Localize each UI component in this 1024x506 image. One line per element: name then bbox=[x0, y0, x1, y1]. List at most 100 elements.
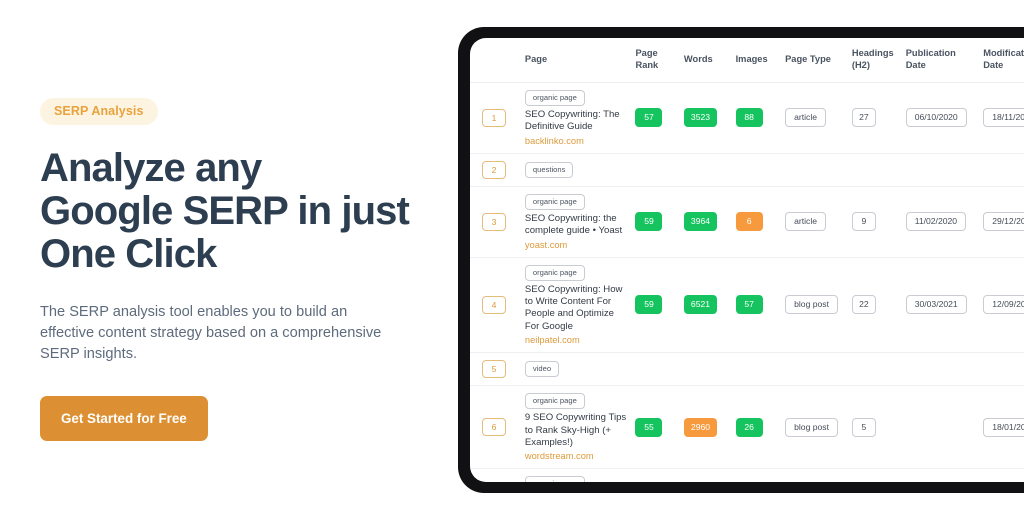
page-rank-cell: 57 bbox=[631, 82, 680, 154]
headings-cell: 6 bbox=[847, 468, 902, 482]
table-row[interactable]: 7organic pageTop 10 SEO Copywriting Tips… bbox=[470, 468, 1024, 482]
page-rank-cell: 55 bbox=[631, 385, 680, 470]
column-header-page-rank: Page Rank bbox=[631, 38, 680, 83]
hero-subtitle: The SERP analysis tool enables you to bu… bbox=[40, 304, 382, 362]
column-header-publication-date: Publication Date bbox=[901, 38, 980, 83]
headings-cell: 9 bbox=[847, 186, 902, 258]
page-domain-link[interactable]: yoast.com bbox=[525, 240, 628, 250]
headings-chip: 22 bbox=[851, 295, 876, 315]
page-cell[interactable]: organic pageTop 10 SEO Copywriting Tips … bbox=[510, 468, 632, 482]
images-badge: 88 bbox=[735, 108, 763, 128]
row-index-cell: 4 bbox=[470, 257, 511, 354]
page-type-chip: blog post bbox=[785, 417, 838, 437]
words-cell: 3523 bbox=[679, 82, 732, 154]
words-cell: 2960 bbox=[679, 385, 732, 470]
page-cell[interactable]: questions bbox=[510, 153, 632, 187]
column-header-page: Page bbox=[510, 38, 632, 83]
images-cell: 26 bbox=[731, 385, 782, 470]
tablet-screen: Page Page Rank Words Images Page Type He… bbox=[470, 38, 1024, 482]
images-cell: 57 bbox=[731, 257, 782, 354]
row-index-cell: 5 bbox=[470, 352, 511, 387]
headings-chip: 5 bbox=[851, 417, 876, 437]
page-rank-cell: 62 bbox=[631, 468, 680, 482]
result-type-tag: organic page bbox=[524, 393, 585, 410]
modification-date-chip: 29/12/2021 bbox=[983, 212, 1024, 232]
page-domain-link[interactable]: wordstream.com bbox=[525, 451, 628, 461]
column-header-headings: Headings (H2) bbox=[847, 38, 902, 83]
publication-date-cell: 11/02/2020 bbox=[901, 186, 980, 258]
result-type-tag: organic page bbox=[524, 476, 585, 482]
landing-page: SERP Analysis Analyze any Google SERP in… bbox=[0, 0, 1024, 506]
page-rank-cell: 59 bbox=[631, 257, 680, 354]
words-cell bbox=[679, 153, 732, 187]
column-header-page-type: Page Type bbox=[781, 38, 848, 83]
headings-cell bbox=[847, 153, 902, 187]
row-index-cell: 6 bbox=[470, 385, 511, 470]
page-title-text[interactable]: 9 SEO Copywriting Tips to Rank Sky-High … bbox=[525, 412, 628, 449]
page-type-chip: blog post bbox=[785, 295, 838, 315]
get-started-button[interactable]: Get Started for Free bbox=[40, 396, 208, 441]
row-index-chip: 3 bbox=[482, 212, 506, 231]
row-index-chip: 2 bbox=[482, 160, 506, 179]
page-type-chip: article bbox=[785, 212, 827, 232]
table-header: Page Page Rank Words Images Page Type He… bbox=[470, 38, 1024, 83]
page-type-chip: article bbox=[785, 108, 827, 128]
page-rank-cell bbox=[631, 352, 680, 387]
tablet-device-frame: Page Page Rank Words Images Page Type He… bbox=[458, 27, 1024, 493]
words-cell: 3290 bbox=[679, 468, 732, 482]
table-row[interactable]: 1 organic page SEO Copywriting: The Defini… bbox=[470, 82, 1024, 154]
table-row[interactable]: 4 organic page SEO Copywriting: How to Wri… bbox=[470, 257, 1024, 354]
page-title: Analyze any Google SERP in just One Clic… bbox=[40, 147, 440, 276]
headings-chip: 27 bbox=[851, 108, 876, 128]
words-badge: 6521 bbox=[683, 295, 718, 315]
page-rank-badge: 55 bbox=[635, 417, 663, 437]
words-badge: 2960 bbox=[683, 417, 718, 437]
page-cell[interactable]: video bbox=[510, 352, 632, 387]
publication-date-cell: 30/03/2021 bbox=[901, 257, 980, 354]
page-cell[interactable]: organic page 9 SEO Copywriting Tips to Ra… bbox=[510, 385, 632, 470]
row-index-chip: 5 bbox=[482, 360, 506, 379]
hero-section: SERP Analysis Analyze any Google SERP in… bbox=[40, 98, 440, 441]
images-badge: 6 bbox=[735, 212, 763, 232]
headings-cell bbox=[847, 352, 902, 387]
page-rank-badge: 57 bbox=[635, 108, 663, 128]
headings-chip: 9 bbox=[851, 212, 876, 232]
page-domain-link[interactable]: neilpatel.com bbox=[525, 335, 628, 345]
table-body: 1 organic page SEO Copywriting: The Defini… bbox=[470, 82, 1024, 482]
images-badge: 26 bbox=[735, 417, 763, 437]
column-header-words: Words bbox=[679, 38, 732, 83]
column-header-images: Images bbox=[731, 38, 782, 83]
page-type-cell: blog post bbox=[781, 257, 848, 354]
serp-analysis-badge: SERP Analysis bbox=[40, 98, 158, 125]
page-type-cell bbox=[781, 153, 848, 187]
publication-date-chip: 06/10/2020 bbox=[905, 108, 967, 128]
row-index-chip: 1 bbox=[482, 108, 506, 127]
page-title-text[interactable]: SEO Copywriting: How to Write Content Fo… bbox=[525, 284, 628, 334]
page-domain-link[interactable]: backlinko.com bbox=[525, 136, 628, 146]
images-cell bbox=[731, 352, 782, 387]
publication-date-chip: 30/03/2021 bbox=[905, 295, 967, 315]
page-cell[interactable]: organic page SEO Copywriting: The Definit… bbox=[510, 82, 632, 154]
row-index-cell: 3 bbox=[470, 186, 511, 258]
page-title-text[interactable]: SEO Copywriting: the complete guide • Yo… bbox=[525, 213, 628, 238]
result-type-tag: questions bbox=[524, 161, 574, 178]
images-cell: 22 bbox=[731, 468, 782, 482]
page-type-cell: blog post bbox=[781, 468, 848, 482]
page-title-text[interactable]: SEO Copywriting: The Definitive Guide bbox=[525, 109, 628, 134]
table-row[interactable]: 2 questions bbox=[470, 153, 1024, 187]
serp-results-table: Page Page Rank Words Images Page Type He… bbox=[470, 38, 1024, 482]
page-type-cell: article bbox=[781, 186, 848, 258]
headings-cell: 5 bbox=[847, 385, 902, 470]
page-cell[interactable]: organic page SEO Copywriting: the complet… bbox=[510, 186, 632, 258]
modification-date-cell: 18/11/2021 bbox=[979, 82, 1024, 154]
words-badge: 3964 bbox=[683, 212, 718, 232]
table-row[interactable]: 5 video bbox=[470, 352, 1024, 387]
headline-line-2: Google SERP in just bbox=[40, 189, 410, 233]
table-header-row: Page Page Rank Words Images Page Type He… bbox=[470, 38, 1024, 83]
table-row[interactable]: 6 organic page 9 SEO Copywriting Tips to R… bbox=[470, 385, 1024, 470]
table-row[interactable]: 3 organic page SEO Copywriting: the comple… bbox=[470, 186, 1024, 258]
headings-cell: 27 bbox=[847, 82, 902, 154]
page-cell[interactable]: organic page SEO Copywriting: How to Writ… bbox=[510, 257, 632, 354]
modification-date-cell: 18/01/2022 bbox=[979, 385, 1024, 470]
publication-date-cell bbox=[901, 153, 980, 187]
